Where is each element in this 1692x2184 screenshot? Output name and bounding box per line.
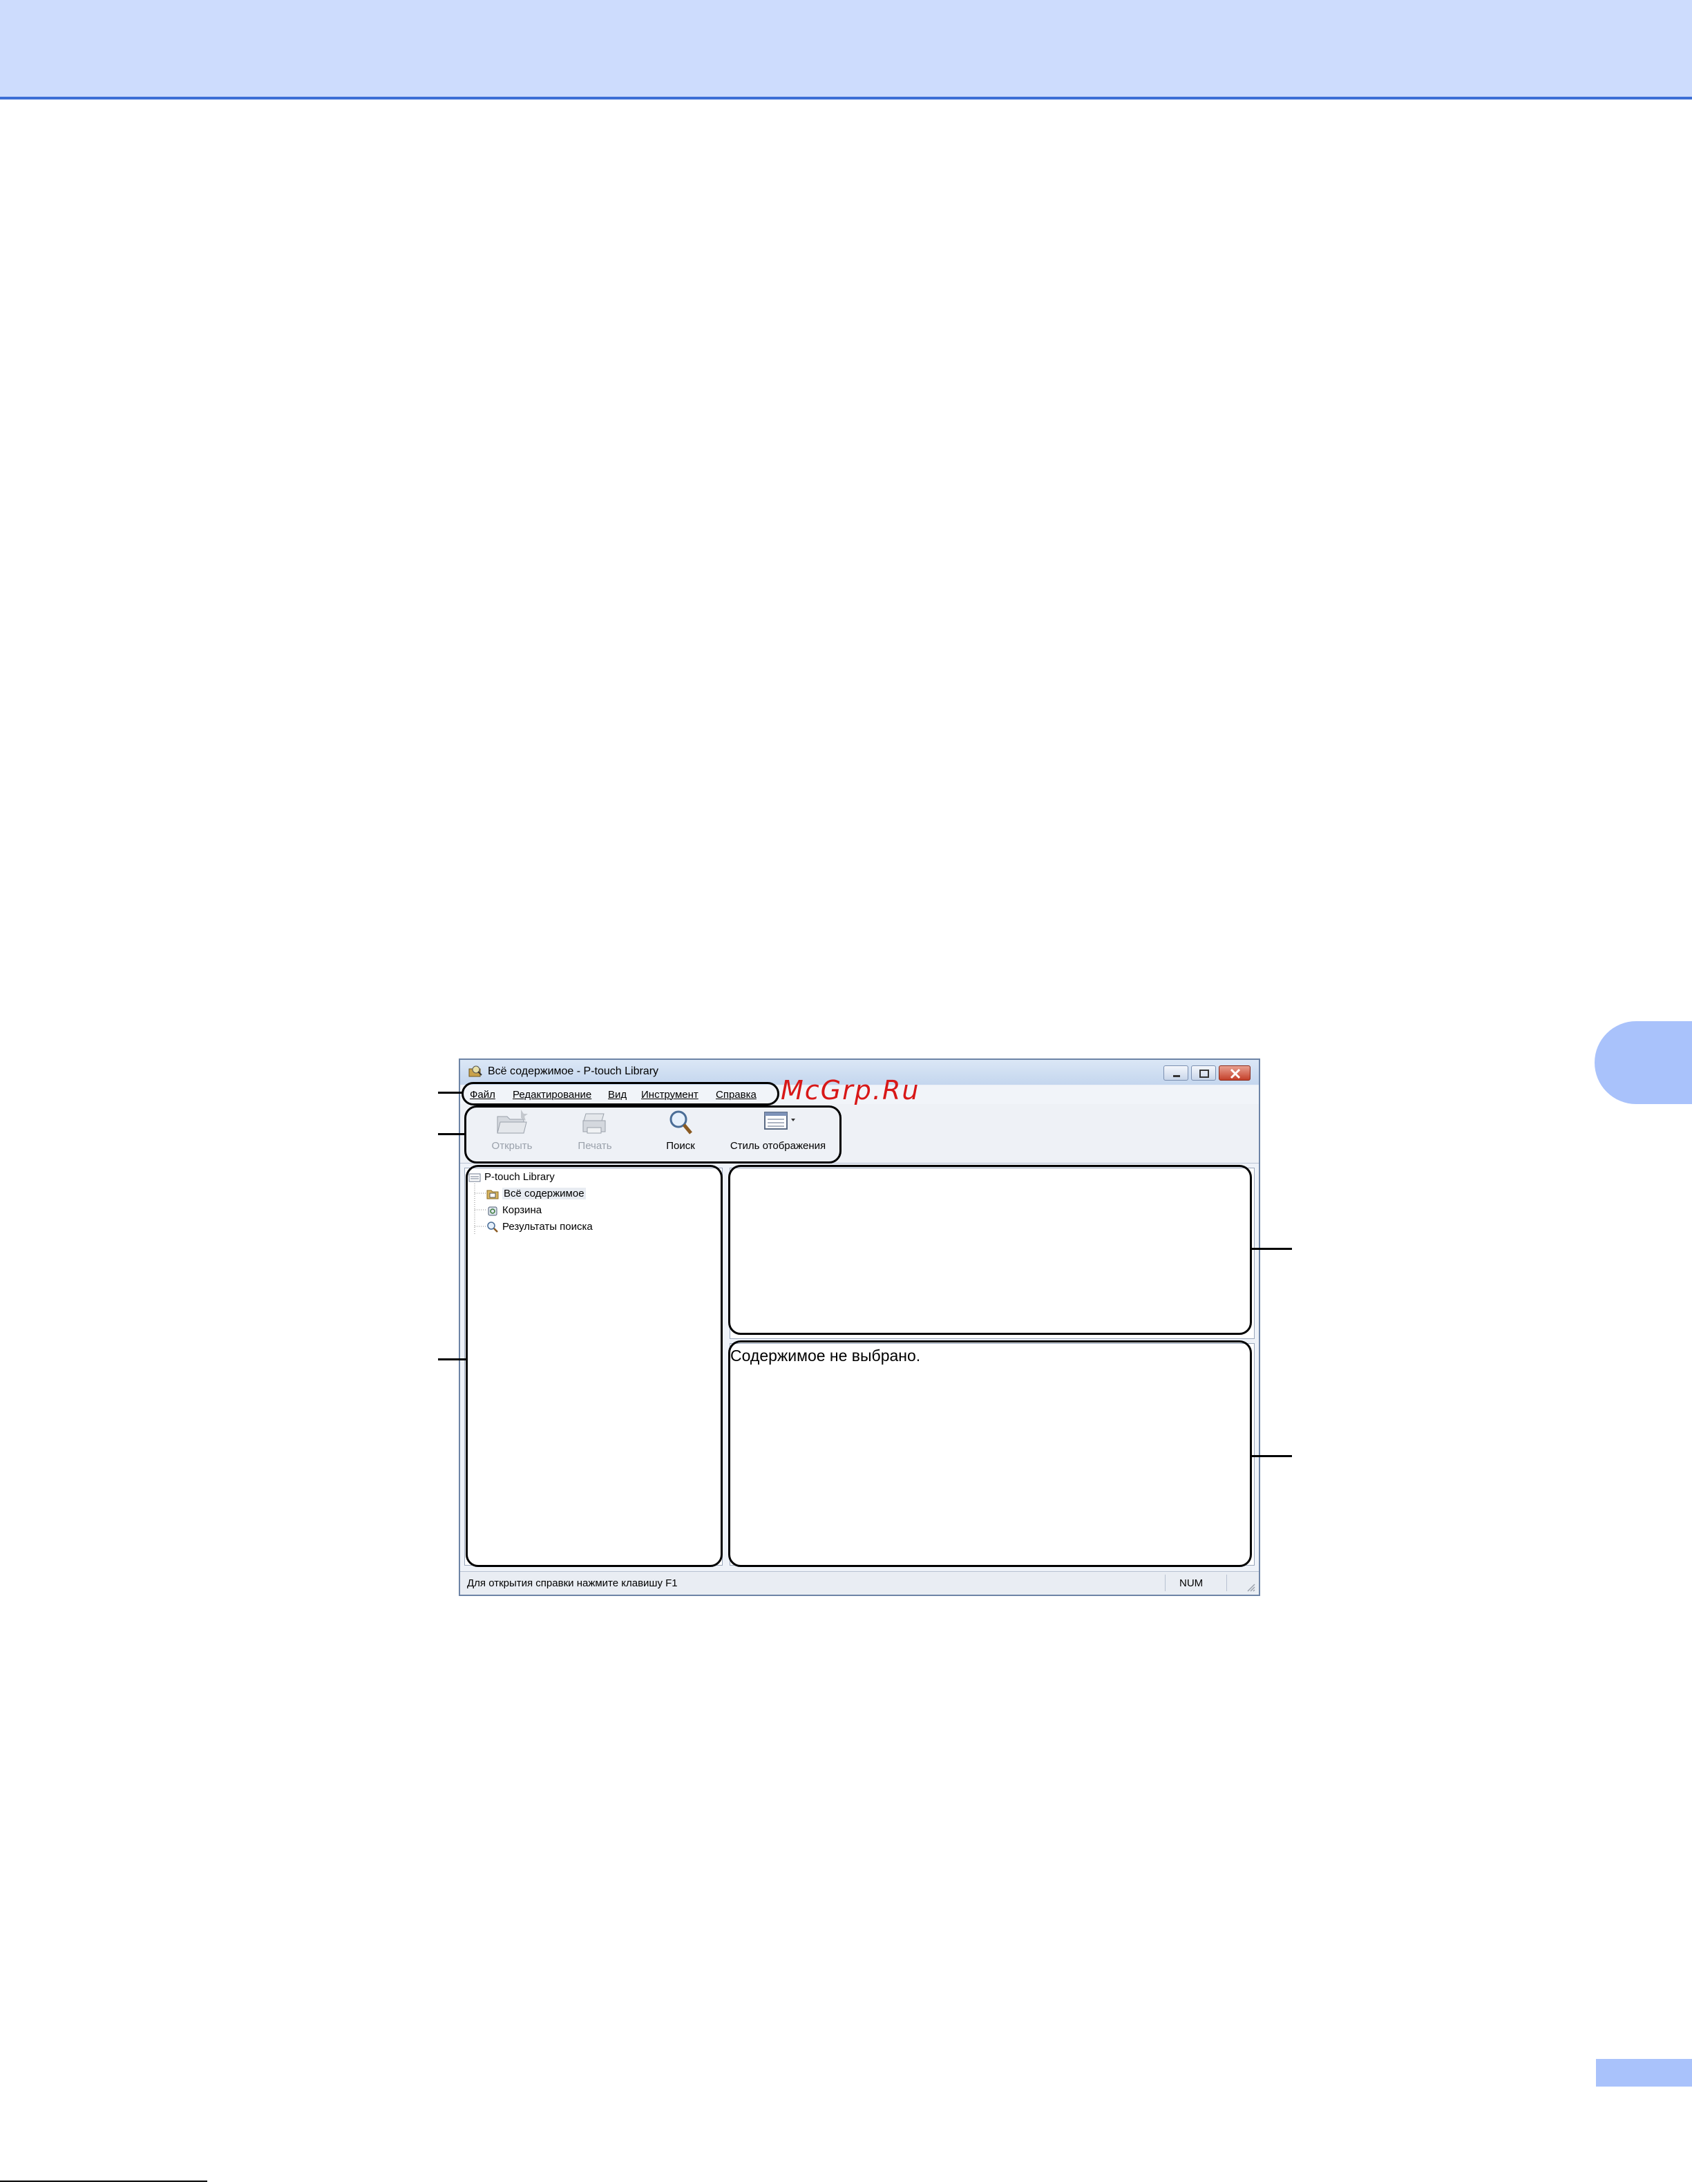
callout-line-list [1252, 1248, 1292, 1250]
callout-line-menu [438, 1092, 463, 1094]
watermark: McGrp.Ru [781, 1075, 920, 1105]
minimize-button[interactable] [1163, 1065, 1188, 1081]
callout-folder-view [466, 1165, 723, 1567]
close-button[interactable] [1219, 1065, 1251, 1081]
callout-menu-bar [462, 1082, 779, 1105]
maximize-button[interactable] [1191, 1065, 1216, 1081]
callout-toolbar [464, 1105, 842, 1164]
window-title: Всё содержимое - P-touch Library [488, 1065, 659, 1077]
page-header-band [0, 0, 1692, 99]
chapter-side-tab [1595, 1021, 1692, 1104]
callout-line-folder [438, 1358, 467, 1360]
num-lock-indicator: NUM [1165, 1575, 1227, 1591]
app-icon [468, 1065, 482, 1077]
callout-label-list [728, 1165, 1252, 1335]
minimize-icon [1173, 1075, 1180, 1077]
callout-line-preview [1252, 1455, 1292, 1457]
callout-preview [728, 1340, 1252, 1567]
page-number-tab [1596, 2059, 1692, 2087]
callout-line-toolbar [438, 1133, 466, 1135]
resize-grip-icon[interactable] [1245, 1582, 1256, 1593]
status-bar: Для открытия справки нажмите клавишу F1 … [460, 1571, 1259, 1595]
maximize-icon [1199, 1070, 1209, 1078]
close-icon [1230, 1068, 1241, 1079]
footer-rule [0, 2181, 207, 2182]
status-help-text: Для открытия справки нажмите клавишу F1 [467, 1577, 678, 1589]
